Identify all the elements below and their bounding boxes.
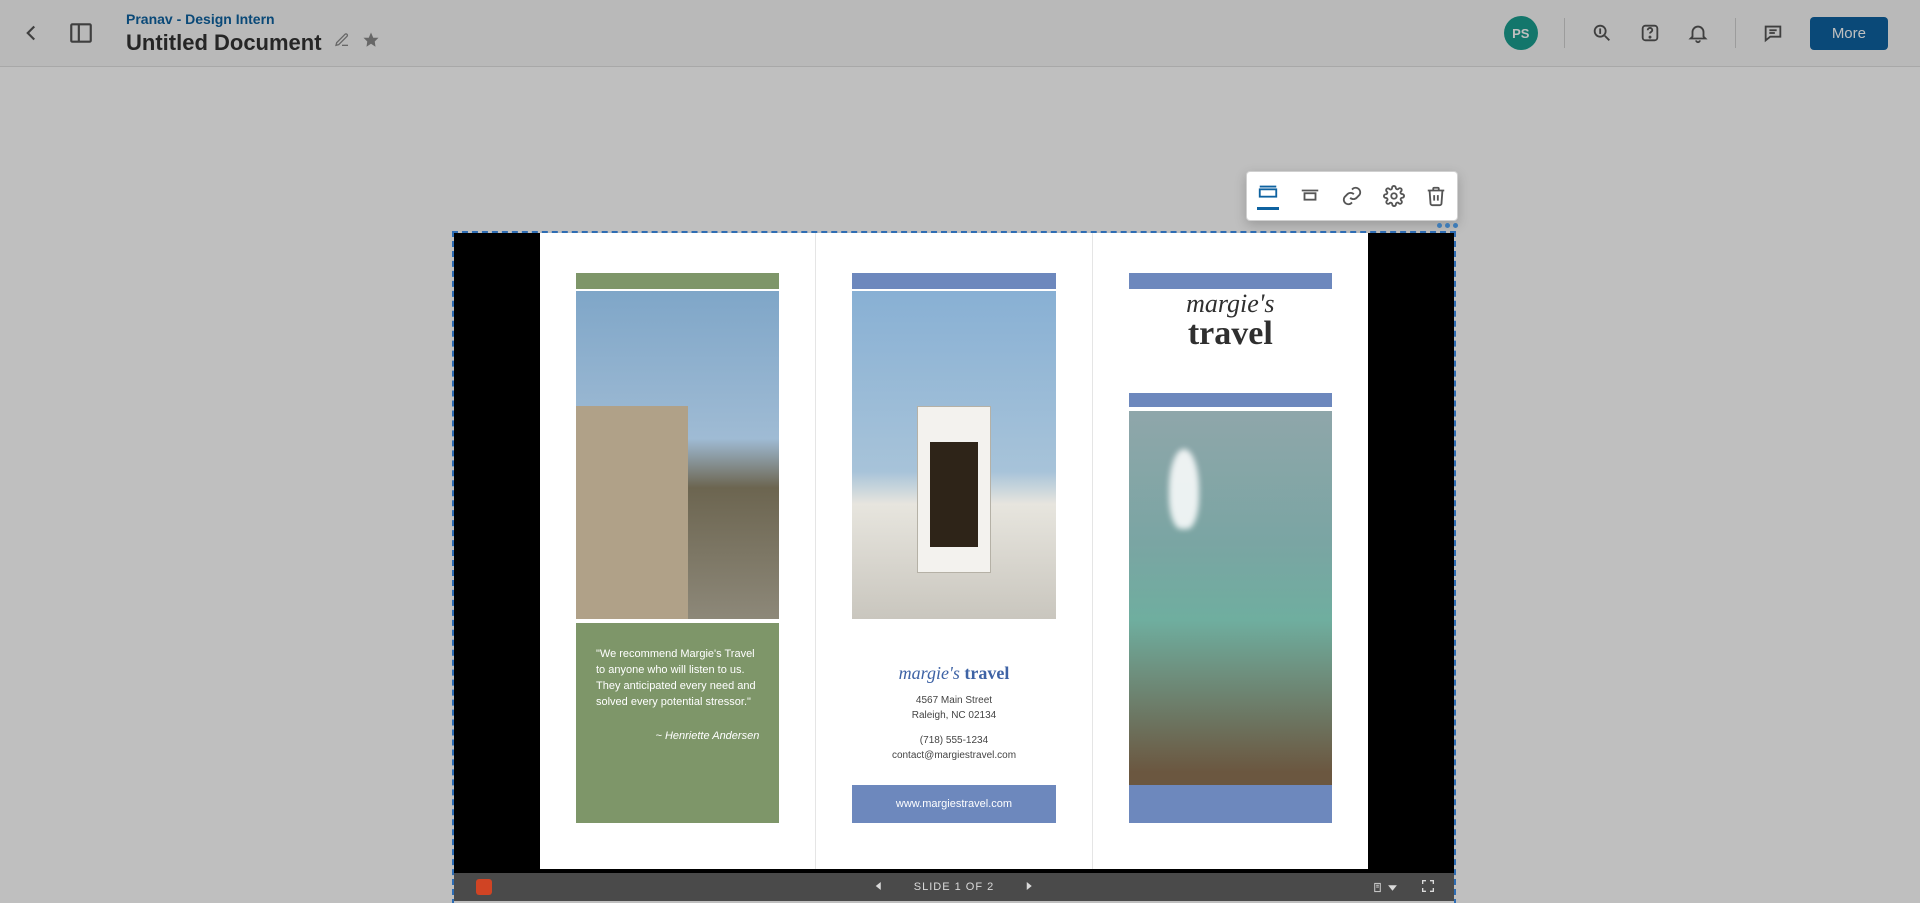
panel-toggle-button[interactable] xyxy=(68,20,94,46)
header-right-controls: PS More xyxy=(1504,16,1888,50)
powerpoint-icon xyxy=(476,879,492,895)
website-bar: www.margiestravel.com xyxy=(852,785,1055,823)
zoom-button[interactable] xyxy=(1591,22,1613,44)
title-block: Pranav - Design Intern Untitled Document xyxy=(126,11,380,56)
original-size-button[interactable] xyxy=(1299,185,1321,207)
previous-slide-button[interactable] xyxy=(874,880,884,894)
accent-bar xyxy=(576,273,779,289)
fit-width-icon xyxy=(1257,182,1279,204)
brand-title-bold: travel xyxy=(1093,317,1368,351)
link-button[interactable] xyxy=(1341,185,1363,207)
powerpoint-viewer: "We recommend Margie's Travel to anyone … xyxy=(454,233,1454,901)
comments-button[interactable] xyxy=(1762,22,1784,44)
user-avatar[interactable]: PS xyxy=(1504,16,1538,50)
next-slide-button[interactable] xyxy=(1024,880,1034,894)
delete-button[interactable] xyxy=(1425,185,1447,207)
drag-handle[interactable] xyxy=(1437,223,1458,228)
fullscreen-button[interactable] xyxy=(1420,878,1436,897)
chevron-left-icon xyxy=(18,20,44,46)
accent-bar xyxy=(1129,273,1332,289)
photo-stairs xyxy=(576,291,779,619)
document-title: Untitled Document xyxy=(126,30,322,56)
more-button[interactable]: More xyxy=(1810,17,1888,50)
caret-down-icon xyxy=(1387,882,1398,893)
comment-icon xyxy=(1762,22,1784,44)
testimonial-box: "We recommend Margie's Travel to anyone … xyxy=(576,623,779,793)
triangle-left-icon xyxy=(874,881,884,891)
divider xyxy=(1564,18,1565,48)
slide-counter: SLIDE 1 OF 2 xyxy=(914,881,994,893)
embedded-object[interactable]: "We recommend Margie's Travel to anyone … xyxy=(454,233,1454,903)
accent-bar xyxy=(1129,393,1332,407)
bell-icon xyxy=(1687,22,1709,44)
breadcrumb[interactable]: Pranav - Design Intern xyxy=(126,11,380,27)
pencil-icon xyxy=(334,32,350,48)
favorite-button[interactable] xyxy=(362,31,380,54)
slide-content: "We recommend Margie's Travel to anyone … xyxy=(540,233,1368,869)
address-line-2: Raleigh, NC 02134 xyxy=(816,708,1091,723)
photo-geyser xyxy=(1129,411,1332,791)
company-logo-text: margie's travel xyxy=(816,663,1091,684)
brochure-panel-2: margie's travel 4567 Main Street Raleigh… xyxy=(816,233,1092,869)
accent-bar xyxy=(1129,785,1332,823)
brand-title-italic: margie's xyxy=(1093,291,1368,317)
settings-button[interactable] xyxy=(1383,185,1405,207)
testimonial-attribution: ~ Henriette Andersen xyxy=(596,729,759,745)
photo-doorway xyxy=(852,291,1055,619)
panel-icon xyxy=(68,20,94,46)
testimonial-quote: "We recommend Margie's Travel to anyone … xyxy=(596,647,759,711)
logo-bold: travel xyxy=(964,663,1009,683)
rename-button[interactable] xyxy=(334,32,350,53)
help-icon xyxy=(1639,22,1661,44)
contact-block: 4567 Main Street Raleigh, NC 02134 (718)… xyxy=(816,693,1091,763)
brochure-panel-3: margie's travel xyxy=(1093,233,1368,869)
app-header: Pranav - Design Intern Untitled Document… xyxy=(0,0,1920,67)
viewer-controls-bar: SLIDE 1 OF 2 xyxy=(454,873,1454,901)
accent-bar xyxy=(576,793,779,823)
help-button[interactable] xyxy=(1639,22,1661,44)
brand-title: margie's travel xyxy=(1093,291,1368,351)
canvas-area[interactable]: "We recommend Margie's Travel to anyone … xyxy=(0,67,1920,903)
gear-icon xyxy=(1383,185,1405,207)
original-size-icon xyxy=(1299,185,1321,207)
back-button[interactable] xyxy=(18,20,44,46)
link-icon xyxy=(1341,185,1363,207)
fit-width-button[interactable] xyxy=(1257,182,1279,210)
view-menu-button[interactable] xyxy=(1372,882,1398,893)
notifications-button[interactable] xyxy=(1687,22,1709,44)
triangle-right-icon xyxy=(1024,881,1034,891)
document-icon xyxy=(1372,882,1383,893)
object-floating-toolbar xyxy=(1246,171,1458,221)
trash-icon xyxy=(1425,185,1447,207)
zoom-in-icon xyxy=(1591,22,1613,44)
star-icon xyxy=(362,31,380,49)
email: contact@margiestravel.com xyxy=(816,748,1091,763)
address-line-1: 4567 Main Street xyxy=(816,693,1091,708)
accent-bar xyxy=(852,273,1055,289)
logo-italic: margie's xyxy=(899,663,960,683)
fullscreen-icon xyxy=(1420,878,1436,894)
phone: (718) 555-1234 xyxy=(816,733,1091,748)
divider xyxy=(1735,18,1736,48)
brochure-panel-1: "We recommend Margie's Travel to anyone … xyxy=(540,233,816,869)
